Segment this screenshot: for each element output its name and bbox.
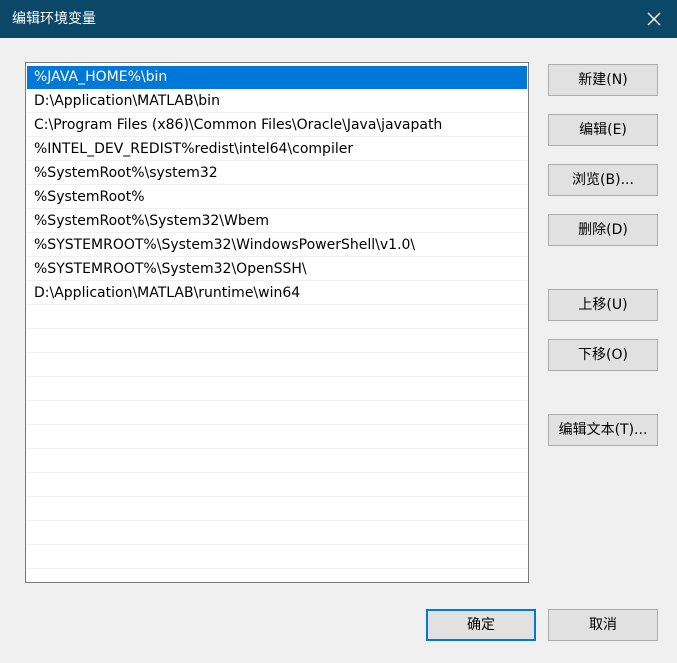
edit-button[interactable]: 编辑(E) bbox=[548, 114, 658, 146]
empty-row[interactable] bbox=[27, 498, 527, 521]
move-down-button[interactable]: 下移(O) bbox=[548, 339, 658, 371]
empty-row[interactable] bbox=[27, 378, 527, 401]
title-bar: 编辑环境变量 bbox=[0, 0, 677, 38]
edit-text-button[interactable]: 编辑文本(T)... bbox=[548, 414, 658, 446]
list-item[interactable]: %SYSTEMROOT%\System32\WindowsPowerShell\… bbox=[27, 234, 527, 257]
close-icon bbox=[647, 12, 661, 26]
empty-row[interactable] bbox=[27, 354, 527, 377]
empty-row[interactable] bbox=[27, 474, 527, 497]
empty-row[interactable] bbox=[27, 402, 527, 425]
new-button[interactable]: 新建(N) bbox=[548, 64, 658, 96]
browse-button[interactable]: 浏览(B)... bbox=[548, 164, 658, 196]
empty-row[interactable] bbox=[27, 522, 527, 545]
window-title: 编辑环境变量 bbox=[12, 11, 96, 27]
empty-row[interactable] bbox=[27, 450, 527, 473]
path-list[interactable]: %JAVA_HOME%\bin D:\Application\MATLAB\bi… bbox=[25, 62, 529, 583]
empty-row[interactable] bbox=[27, 330, 527, 353]
cancel-button[interactable]: 取消 bbox=[548, 609, 658, 641]
empty-row[interactable] bbox=[27, 546, 527, 569]
list-item[interactable]: %SystemRoot%\system32 bbox=[27, 162, 527, 185]
list-item[interactable]: %SystemRoot%\System32\Wbem bbox=[27, 210, 527, 233]
list-item[interactable]: D:\Application\MATLAB\runtime\win64 bbox=[27, 282, 527, 305]
list-item[interactable]: %SystemRoot% bbox=[27, 186, 527, 209]
list-item[interactable]: %JAVA_HOME%\bin bbox=[27, 66, 527, 89]
list-item[interactable]: %SYSTEMROOT%\System32\OpenSSH\ bbox=[27, 258, 527, 281]
empty-row[interactable] bbox=[27, 426, 527, 449]
move-up-button[interactable]: 上移(U) bbox=[548, 289, 658, 321]
close-button[interactable] bbox=[631, 0, 677, 38]
empty-row[interactable] bbox=[27, 306, 527, 329]
ok-button[interactable]: 确定 bbox=[426, 609, 536, 641]
list-item[interactable]: %INTEL_DEV_REDIST%redist\intel64\compile… bbox=[27, 138, 527, 161]
list-item[interactable]: D:\Application\MATLAB\bin bbox=[27, 90, 527, 113]
delete-button[interactable]: 删除(D) bbox=[548, 214, 658, 246]
list-item[interactable]: C:\Program Files (x86)\Common Files\Orac… bbox=[27, 114, 527, 137]
